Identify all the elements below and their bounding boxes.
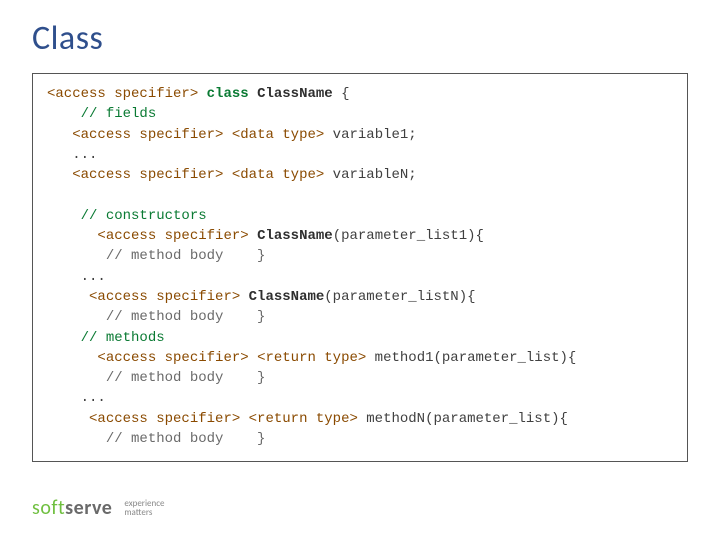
open-brace: {	[333, 86, 350, 102]
access-specifier: <access specifier>	[97, 228, 248, 244]
method-body-comment: // method body }	[106, 370, 266, 386]
ellipsis: ...	[81, 390, 106, 406]
logo-tagline: experience matters	[124, 499, 164, 518]
logo-text: softserve	[32, 496, 112, 520]
page-title: Class	[32, 18, 688, 59]
method-body-comment: // method body }	[106, 309, 266, 325]
access-specifier: <access specifier>	[47, 86, 198, 102]
variable: variableN;	[324, 167, 416, 183]
method-body-comment: // method body }	[106, 431, 266, 447]
data-type: <data type>	[232, 167, 324, 183]
return-type: <return type>	[249, 411, 358, 427]
ellipsis: ...	[72, 147, 97, 163]
method-decl: methodN(parameter_list){	[358, 411, 568, 427]
slide: Class <access specifier> class ClassName…	[0, 0, 720, 540]
ellipsis: ...	[81, 269, 106, 285]
access-specifier: <access specifier>	[89, 289, 240, 305]
logo-soft: soft	[32, 496, 65, 520]
param-list: (parameter_listN){	[324, 289, 475, 305]
data-type: <data type>	[232, 127, 324, 143]
access-specifier: <access specifier>	[97, 350, 248, 366]
param-list: (parameter_list1){	[333, 228, 484, 244]
variable: variable1;	[324, 127, 416, 143]
comment-fields: // fields	[81, 106, 157, 122]
tagline-line-2: matters	[124, 508, 164, 517]
method-body-comment: // method body }	[106, 248, 266, 264]
logo-serve: serve	[65, 496, 112, 520]
comment-constructors: // constructors	[81, 208, 207, 224]
access-specifier: <access specifier>	[89, 411, 240, 427]
access-specifier: <access specifier>	[72, 167, 223, 183]
comment-methods: // methods	[81, 330, 165, 346]
class-name: ClassName	[257, 86, 333, 102]
footer-logo: softserve experience matters	[32, 496, 165, 520]
return-type: <return type>	[257, 350, 366, 366]
keyword-class: class	[207, 86, 249, 102]
method-decl: method1(parameter_list){	[366, 350, 576, 366]
constructor-name: ClassName	[249, 289, 325, 305]
code-block: <access specifier> class ClassName { // …	[32, 73, 688, 462]
access-specifier: <access specifier>	[72, 127, 223, 143]
constructor-name: ClassName	[257, 228, 333, 244]
